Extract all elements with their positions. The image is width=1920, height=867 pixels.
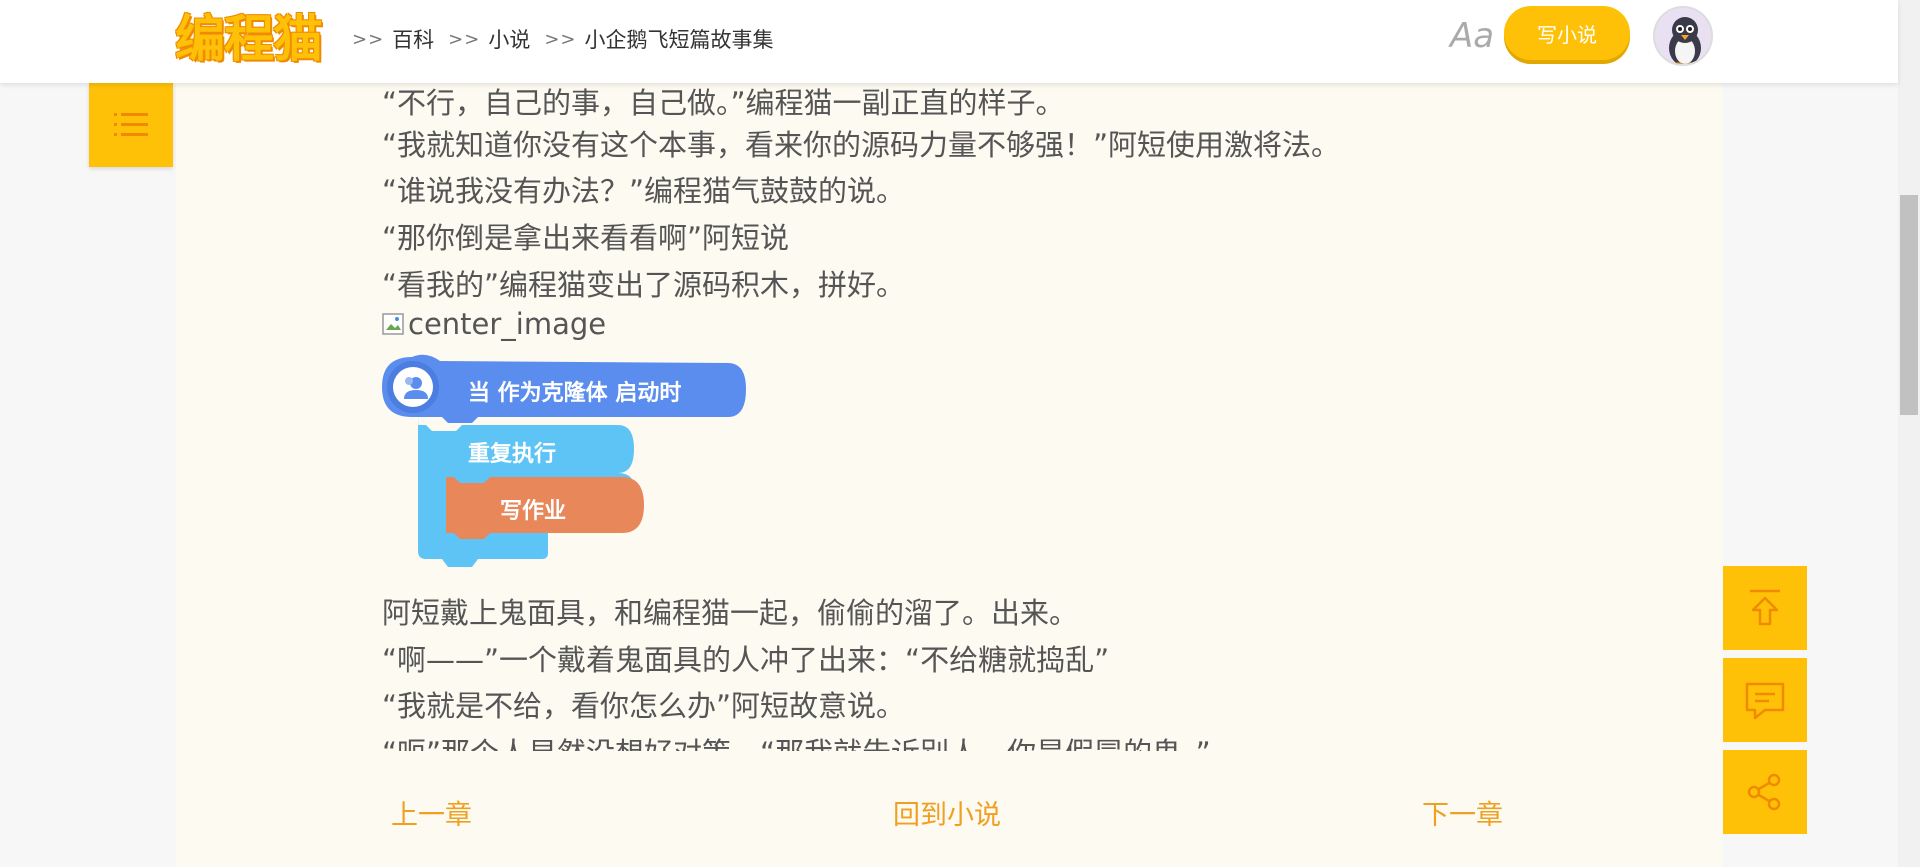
comment-button[interactable]: [1723, 658, 1807, 742]
share-icon: [1747, 773, 1781, 811]
paragraph: “啊——”一个戴着鬼面具的人冲了出来：“不给糖就捣乱”: [382, 643, 1110, 677]
paragraph: “看我的”编程猫变出了源码积木，拼好。: [382, 268, 906, 302]
chapter-navigation: 上一章 回到小说 下一章: [176, 793, 1722, 843]
paragraph: “谁说我没有办法？”编程猫气鼓鼓的说。: [382, 174, 906, 208]
next-chapter-link[interactable]: 下一章: [1422, 793, 1503, 832]
paragraph: “我就是不给，看你怎么办”阿短故意说。: [382, 689, 906, 723]
penguin-avatar-icon[interactable]: [1653, 6, 1713, 66]
breadcrumb-separator: >>: [448, 28, 481, 50]
chapter-list-button[interactable]: [89, 83, 173, 167]
paragraph: “我就知道你没有这个本事，看来你的源码力量不够强！”阿短使用激将法。: [382, 128, 1341, 162]
scrollbar-thumb[interactable]: [1900, 195, 1918, 415]
top-header: 编程猫 >> 百科 >> 小说 >> 小企鹅飞短篇故事集 Aa 写小说: [0, 0, 1898, 83]
breadcrumb: >> 百科 >> 小说 >> 小企鹅飞短篇故事集: [352, 24, 788, 54]
breadcrumb-label[interactable]: 小企鹅飞短篇故事集: [585, 24, 774, 54]
paragraph: “不行，自己的事，自己做。”编程猫一副正直的样子。: [382, 86, 1065, 120]
broken-image-alt: center_image: [408, 307, 607, 341]
back-to-novel-link[interactable]: 回到小说: [893, 793, 1001, 832]
back-to-top-icon: [1750, 589, 1780, 626]
share-button[interactable]: [1723, 750, 1807, 834]
code-blocks-image: 当 作为克隆体 启动时 重复执行 写作业: [382, 353, 752, 583]
page-scrollbar[interactable]: [1898, 0, 1920, 867]
list-menu-icon: [114, 113, 148, 136]
font-size-toggle[interactable]: Aa: [1450, 16, 1494, 56]
action-block-label: 写作业: [500, 499, 567, 524]
breadcrumb-item-novel[interactable]: >> 小说: [448, 24, 530, 54]
loop-block-label: 重复执行: [468, 442, 557, 467]
paragraph: 阿短戴上鬼面具，和编程猫一起，偷偷的溜了。出来。: [382, 596, 1079, 630]
paragraph: “呃”那个人显然没想好对策，“那我就告诉别人，你是假冒的鬼。”: [382, 733, 1211, 751]
broken-image-icon: [382, 313, 404, 335]
broken-image: center_image: [382, 307, 606, 341]
reading-area: “不行，自己的事，自己做。”编程猫一副正直的样子。 “我就知道你没有这个本事，看…: [176, 83, 1722, 867]
logo[interactable]: 编程猫: [175, 8, 323, 70]
chapter-text: “不行，自己的事，自己做。”编程猫一副正直的样子。 “我就知道你没有这个本事，看…: [382, 83, 1702, 751]
breadcrumb-item-baike[interactable]: >> 百科: [352, 24, 434, 54]
write-novel-button[interactable]: 写小说: [1504, 6, 1630, 60]
breadcrumb-label[interactable]: 小说: [488, 24, 530, 54]
hat-block-label: 当 作为克隆体 启动时: [468, 381, 682, 406]
breadcrumb-label[interactable]: 百科: [392, 24, 434, 54]
prev-chapter-link[interactable]: 上一章: [391, 793, 472, 832]
back-to-top-button[interactable]: [1723, 566, 1807, 650]
breadcrumb-separator: >>: [352, 28, 385, 50]
breadcrumb-item-collection[interactable]: >> 小企鹅飞短篇故事集: [544, 24, 773, 54]
breadcrumb-separator: >>: [544, 28, 577, 50]
paragraph: “那你倒是拿出来看看啊”阿短说: [382, 221, 790, 255]
comment-icon: [1745, 682, 1785, 720]
